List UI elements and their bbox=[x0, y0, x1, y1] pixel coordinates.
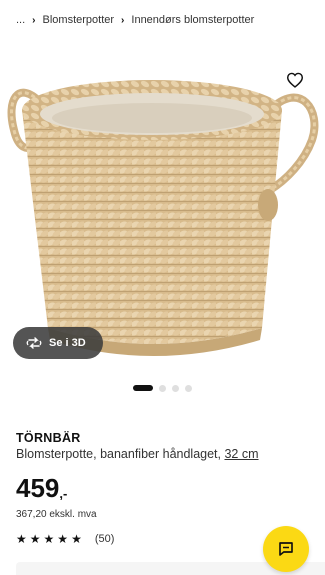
review-count: (50) bbox=[94, 533, 115, 545]
product-description-text: Blomsterpotte, bananfiber håndlaget, bbox=[16, 447, 221, 461]
product-rating[interactable]: ★ ★ ★ ★ ★ (50) bbox=[16, 533, 114, 545]
product-page: ... › Blomsterpotter › Innendørs blomste… bbox=[0, 0, 325, 575]
price-amount: 459 bbox=[16, 473, 60, 503]
breadcrumb: ... › Blomsterpotter › Innendørs blomste… bbox=[0, 0, 325, 40]
carousel-dot[interactable] bbox=[172, 384, 179, 392]
star-icon: ★ bbox=[57, 532, 69, 546]
view-in-3d-button[interactable]: Se i 3D bbox=[13, 327, 103, 359]
star-icon: ★ bbox=[43, 532, 55, 546]
product-size-link[interactable]: 32 cm bbox=[224, 447, 258, 461]
product-price: 459 ,- bbox=[16, 474, 67, 502]
star-icon: ★ bbox=[71, 532, 82, 546]
breadcrumb-ellipsis[interactable]: ... bbox=[16, 14, 25, 26]
star-icon: ★ bbox=[29, 532, 41, 546]
breadcrumb-item-flower-pots[interactable]: Blomsterpotter bbox=[43, 14, 115, 26]
chat-button[interactable] bbox=[263, 526, 309, 572]
favorite-button[interactable] bbox=[283, 68, 307, 92]
price-ex-vat: 367,20 ekskl. mva bbox=[16, 509, 97, 520]
product-image-gallery[interactable]: Se i 3D bbox=[0, 40, 325, 370]
product-description: Blomsterpotte, bananfiber håndlaget, 32 … bbox=[16, 447, 259, 461]
chevron-right-icon: › bbox=[121, 14, 125, 26]
carousel-dot[interactable] bbox=[159, 384, 166, 392]
chat-icon bbox=[279, 542, 293, 556]
rotate-3d-icon bbox=[26, 337, 42, 349]
carousel-dot[interactable] bbox=[185, 384, 192, 392]
carousel-dot-active[interactable] bbox=[133, 385, 153, 391]
heart-icon bbox=[286, 72, 304, 88]
chevron-right-icon: › bbox=[32, 14, 36, 26]
star-icon: ★ bbox=[16, 532, 27, 546]
breadcrumb-item-indoor-flower-pots[interactable]: Innendørs blomsterpotter bbox=[131, 14, 254, 26]
view-in-3d-label: Se i 3D bbox=[49, 337, 86, 349]
product-image bbox=[7, 80, 319, 356]
carousel-pagination bbox=[0, 384, 325, 392]
product-name: TÖRNBÄR bbox=[16, 431, 81, 445]
price-suffix: ,- bbox=[59, 486, 68, 501]
